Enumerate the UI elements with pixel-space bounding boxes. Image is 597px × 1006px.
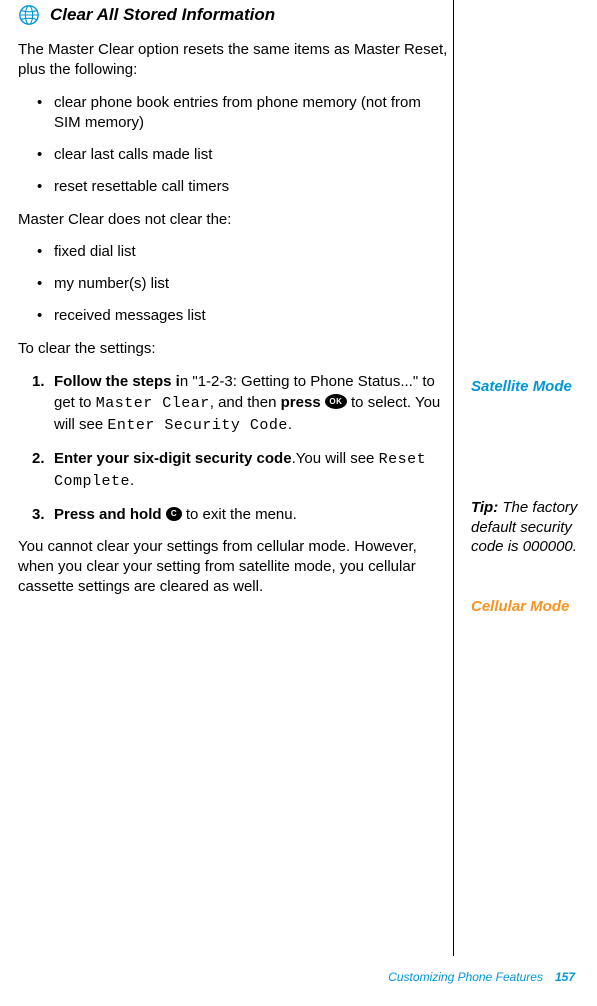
page-number: 157 (555, 970, 575, 984)
bullet-list-1: clear phone book entries from phone memo… (18, 93, 451, 198)
page-footer: Customizing Phone Features 157 (388, 970, 575, 984)
list-item: reset resettable call timers (18, 177, 451, 197)
list-item: clear phone book entries from phone memo… (18, 93, 451, 134)
step-text: to exit the menu. (182, 506, 297, 523)
end-paragraph: You cannot clear your settings from cell… (18, 537, 451, 598)
step-text: . (288, 416, 292, 433)
step-bold: Enter your six-digit security code (54, 450, 292, 467)
step-text: , and then (210, 394, 281, 411)
step-number: 2. (32, 448, 45, 469)
steps-list: 1. Follow the steps in "1-2-3: Getting t… (18, 371, 451, 525)
c-key-icon: C (166, 507, 182, 521)
side-column: Satellite Mode Tip: The factory default … (471, 4, 579, 610)
globe-icon (18, 4, 40, 26)
list-item: received messages list (18, 306, 451, 326)
step-number: 3. (32, 504, 45, 525)
footer-text: Customizing Phone Features (388, 970, 543, 984)
intro-paragraph: The Master Clear option resets the same … (18, 40, 451, 81)
step-1: 1. Follow the steps in "1-2-3: Getting t… (18, 371, 451, 436)
main-column: Clear All Stored Information The Master … (18, 4, 451, 610)
bullet-list-2: fixed dial list my number(s) list receiv… (18, 242, 451, 327)
step-bold: press (281, 394, 321, 411)
to-clear-paragraph: To clear the settings: (18, 339, 451, 359)
step-bold: Press and hold (54, 506, 162, 523)
heading-row: Clear All Stored Information (18, 4, 451, 26)
lcd-text: Enter Security Code (107, 417, 288, 434)
tip-note: Tip: The factory default security code i… (471, 498, 579, 557)
vertical-divider (453, 0, 454, 956)
list-item: my number(s) list (18, 274, 451, 294)
cellular-mode-label: Cellular Mode (471, 597, 569, 617)
list-item: fixed dial list (18, 242, 451, 262)
step-2: 2. Enter your six-digit security code.Yo… (18, 448, 451, 492)
tip-label: Tip: (471, 499, 498, 516)
step-text: . (130, 472, 134, 489)
step-bold: Follow the steps i (54, 373, 180, 390)
mid-paragraph: Master Clear does not clear the: (18, 210, 451, 230)
section-heading: Clear All Stored Information (50, 5, 275, 25)
step-3: 3. Press and hold C to exit the menu. (18, 504, 451, 525)
list-item: clear last calls made list (18, 145, 451, 165)
step-text: .You will see (292, 450, 379, 467)
lcd-text: Master Clear (96, 395, 210, 412)
satellite-mode-label: Satellite Mode (471, 377, 572, 397)
ok-key-icon: OK (325, 394, 347, 409)
step-number: 1. (32, 371, 45, 392)
